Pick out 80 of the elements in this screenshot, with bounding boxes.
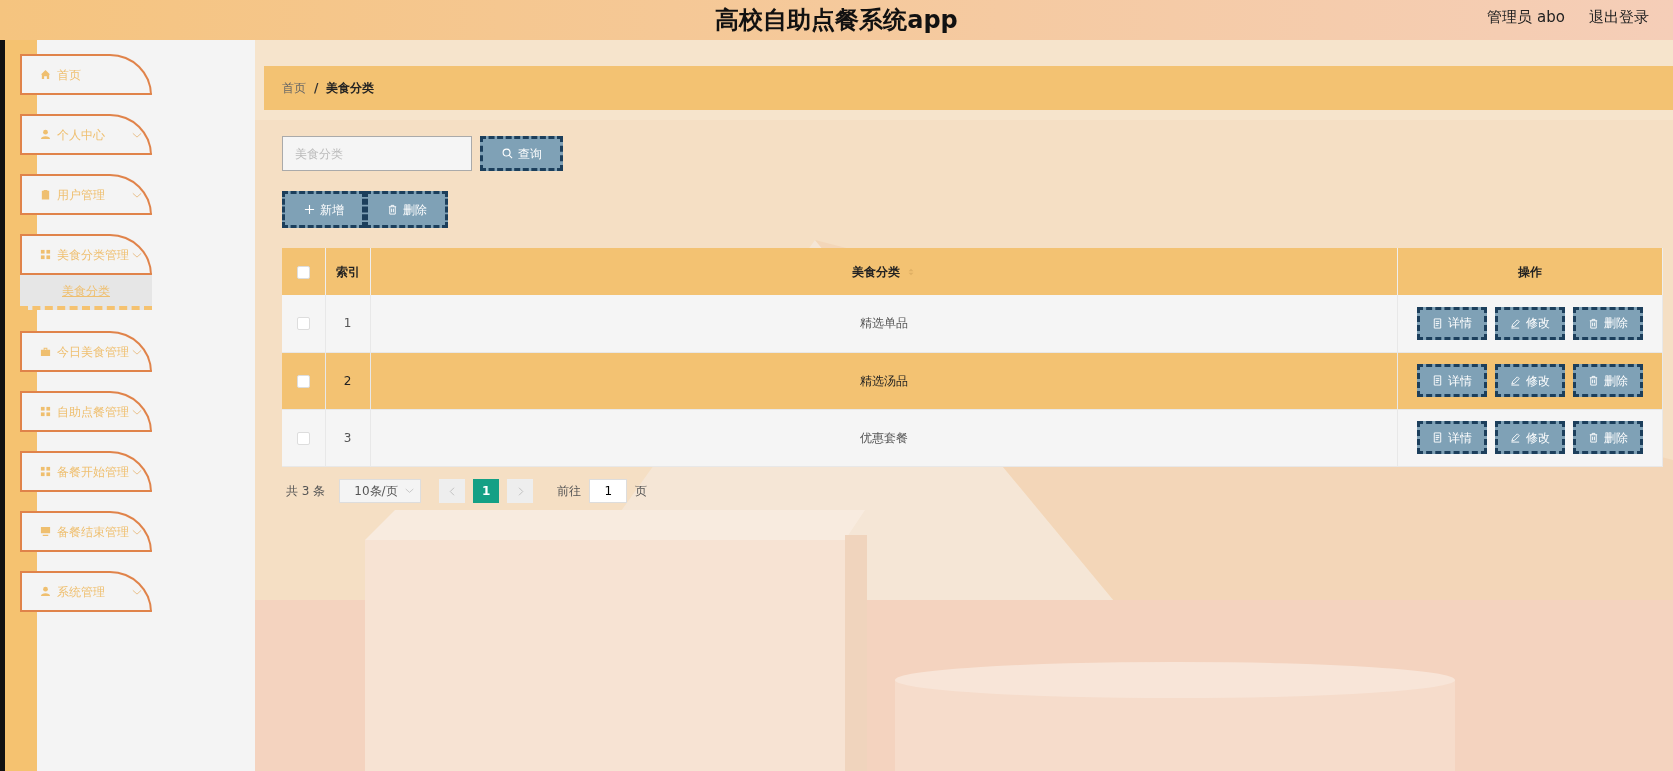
select-all-checkbox[interactable] (296, 265, 310, 279)
breadcrumb-separator: / (314, 80, 319, 97)
sidebar-item[interactable]: 备餐开始管理 (20, 451, 152, 492)
prev-page-button[interactable] (439, 478, 466, 503)
column-header: 操作 (1518, 264, 1542, 279)
user-icon (40, 586, 51, 597)
pencil-icon (1510, 375, 1521, 386)
detail-button[interactable]: 详情 (1417, 421, 1487, 454)
chevron-icon (132, 190, 142, 200)
table-cell: 3 (343, 430, 352, 445)
column-header: 美食分类 (851, 264, 900, 279)
page-unit-label: 页 (635, 482, 648, 500)
row-checkbox[interactable] (296, 431, 310, 445)
chevron-icon (132, 250, 142, 260)
submenu-item[interactable]: 美食分类 (20, 275, 152, 310)
document-icon (1432, 317, 1443, 329)
detail-button[interactable]: 详情 (1417, 306, 1487, 340)
sidebar-item[interactable]: 用户管理 (20, 174, 152, 215)
sidebar-item[interactable]: 个人中心 (20, 114, 152, 155)
user-label: 管理员 abo (1487, 7, 1565, 28)
delete-button[interactable]: 删除 (1573, 421, 1643, 454)
detail-button[interactable]: 详情 (1417, 364, 1487, 397)
plus-icon (303, 204, 315, 215)
page-input[interactable]: 1 (589, 478, 628, 503)
sidebar-item[interactable]: 自助点餐管理 (20, 391, 152, 432)
document-icon (1432, 375, 1443, 386)
column-header: 索引 (335, 264, 360, 279)
breadcrumb-link[interactable]: 首页 (282, 79, 306, 97)
chevron-icon (132, 347, 142, 357)
edit-button[interactable]: 修改 (1495, 421, 1565, 454)
row-checkbox[interactable] (296, 317, 310, 331)
table-cell: 精选汤品 (859, 373, 908, 388)
chevron-left-icon (447, 486, 457, 496)
delete-button[interactable]: 删除 (1573, 364, 1643, 397)
next-page-button[interactable] (507, 478, 534, 503)
app-title: 高校自助点餐系统app (715, 5, 958, 36)
sidebar-item[interactable]: 美食分类管理 (20, 234, 152, 275)
document-icon (1432, 432, 1443, 443)
delete-button[interactable]: 删除 (365, 191, 448, 228)
edit-button[interactable]: 修改 (1495, 364, 1565, 397)
table-cell: 优惠套餐 (859, 430, 908, 445)
delete-button[interactable]: 删除 (1573, 306, 1643, 340)
chevron-icon (132, 527, 142, 537)
table-cell: 1 (343, 316, 352, 331)
home-icon (40, 69, 51, 80)
clipboard-icon (40, 189, 51, 200)
sidebar-item[interactable]: 系统管理 (20, 571, 152, 612)
edit-button[interactable]: 修改 (1495, 306, 1565, 340)
grid-icon (40, 406, 51, 417)
goto-label: 前往 (557, 482, 582, 500)
briefcase-icon (40, 346, 51, 357)
sidebar-item[interactable]: 首页 (20, 54, 152, 95)
breadcrumb-current: 美食分类 (326, 80, 375, 97)
add-button[interactable]: 新增 (282, 191, 365, 228)
trash-icon (1588, 375, 1599, 386)
chevron-icon (132, 467, 142, 477)
trash-icon (386, 204, 398, 215)
grid-icon (40, 466, 51, 477)
total-count: 共 3 条 (286, 482, 326, 500)
pencil-icon (1510, 317, 1521, 329)
table-cell: 2 (343, 373, 352, 388)
chevron-icon (132, 587, 142, 597)
search-button[interactable]: 查询 (480, 136, 563, 171)
logout-link[interactable]: 退出登录 (1589, 6, 1649, 29)
chevron-icon (132, 130, 142, 140)
pencil-icon (1510, 432, 1521, 443)
sidebar-item[interactable]: 今日美食管理 (20, 331, 152, 372)
chevron-icon (132, 407, 142, 417)
grid-icon (40, 249, 51, 260)
trash-icon (1588, 432, 1599, 443)
page-size-select[interactable]: 10条/页 (339, 478, 422, 503)
user-icon (40, 129, 51, 140)
page-button[interactable]: 1 (473, 478, 500, 503)
table-cell: 精选单品 (859, 316, 908, 331)
row-checkbox[interactable] (296, 374, 310, 388)
trash-icon (1588, 317, 1599, 329)
monitor-icon (40, 526, 51, 537)
search-icon (501, 148, 513, 159)
chevron-icon (405, 486, 415, 495)
sidebar-item[interactable]: 备餐结束管理 (20, 511, 152, 552)
